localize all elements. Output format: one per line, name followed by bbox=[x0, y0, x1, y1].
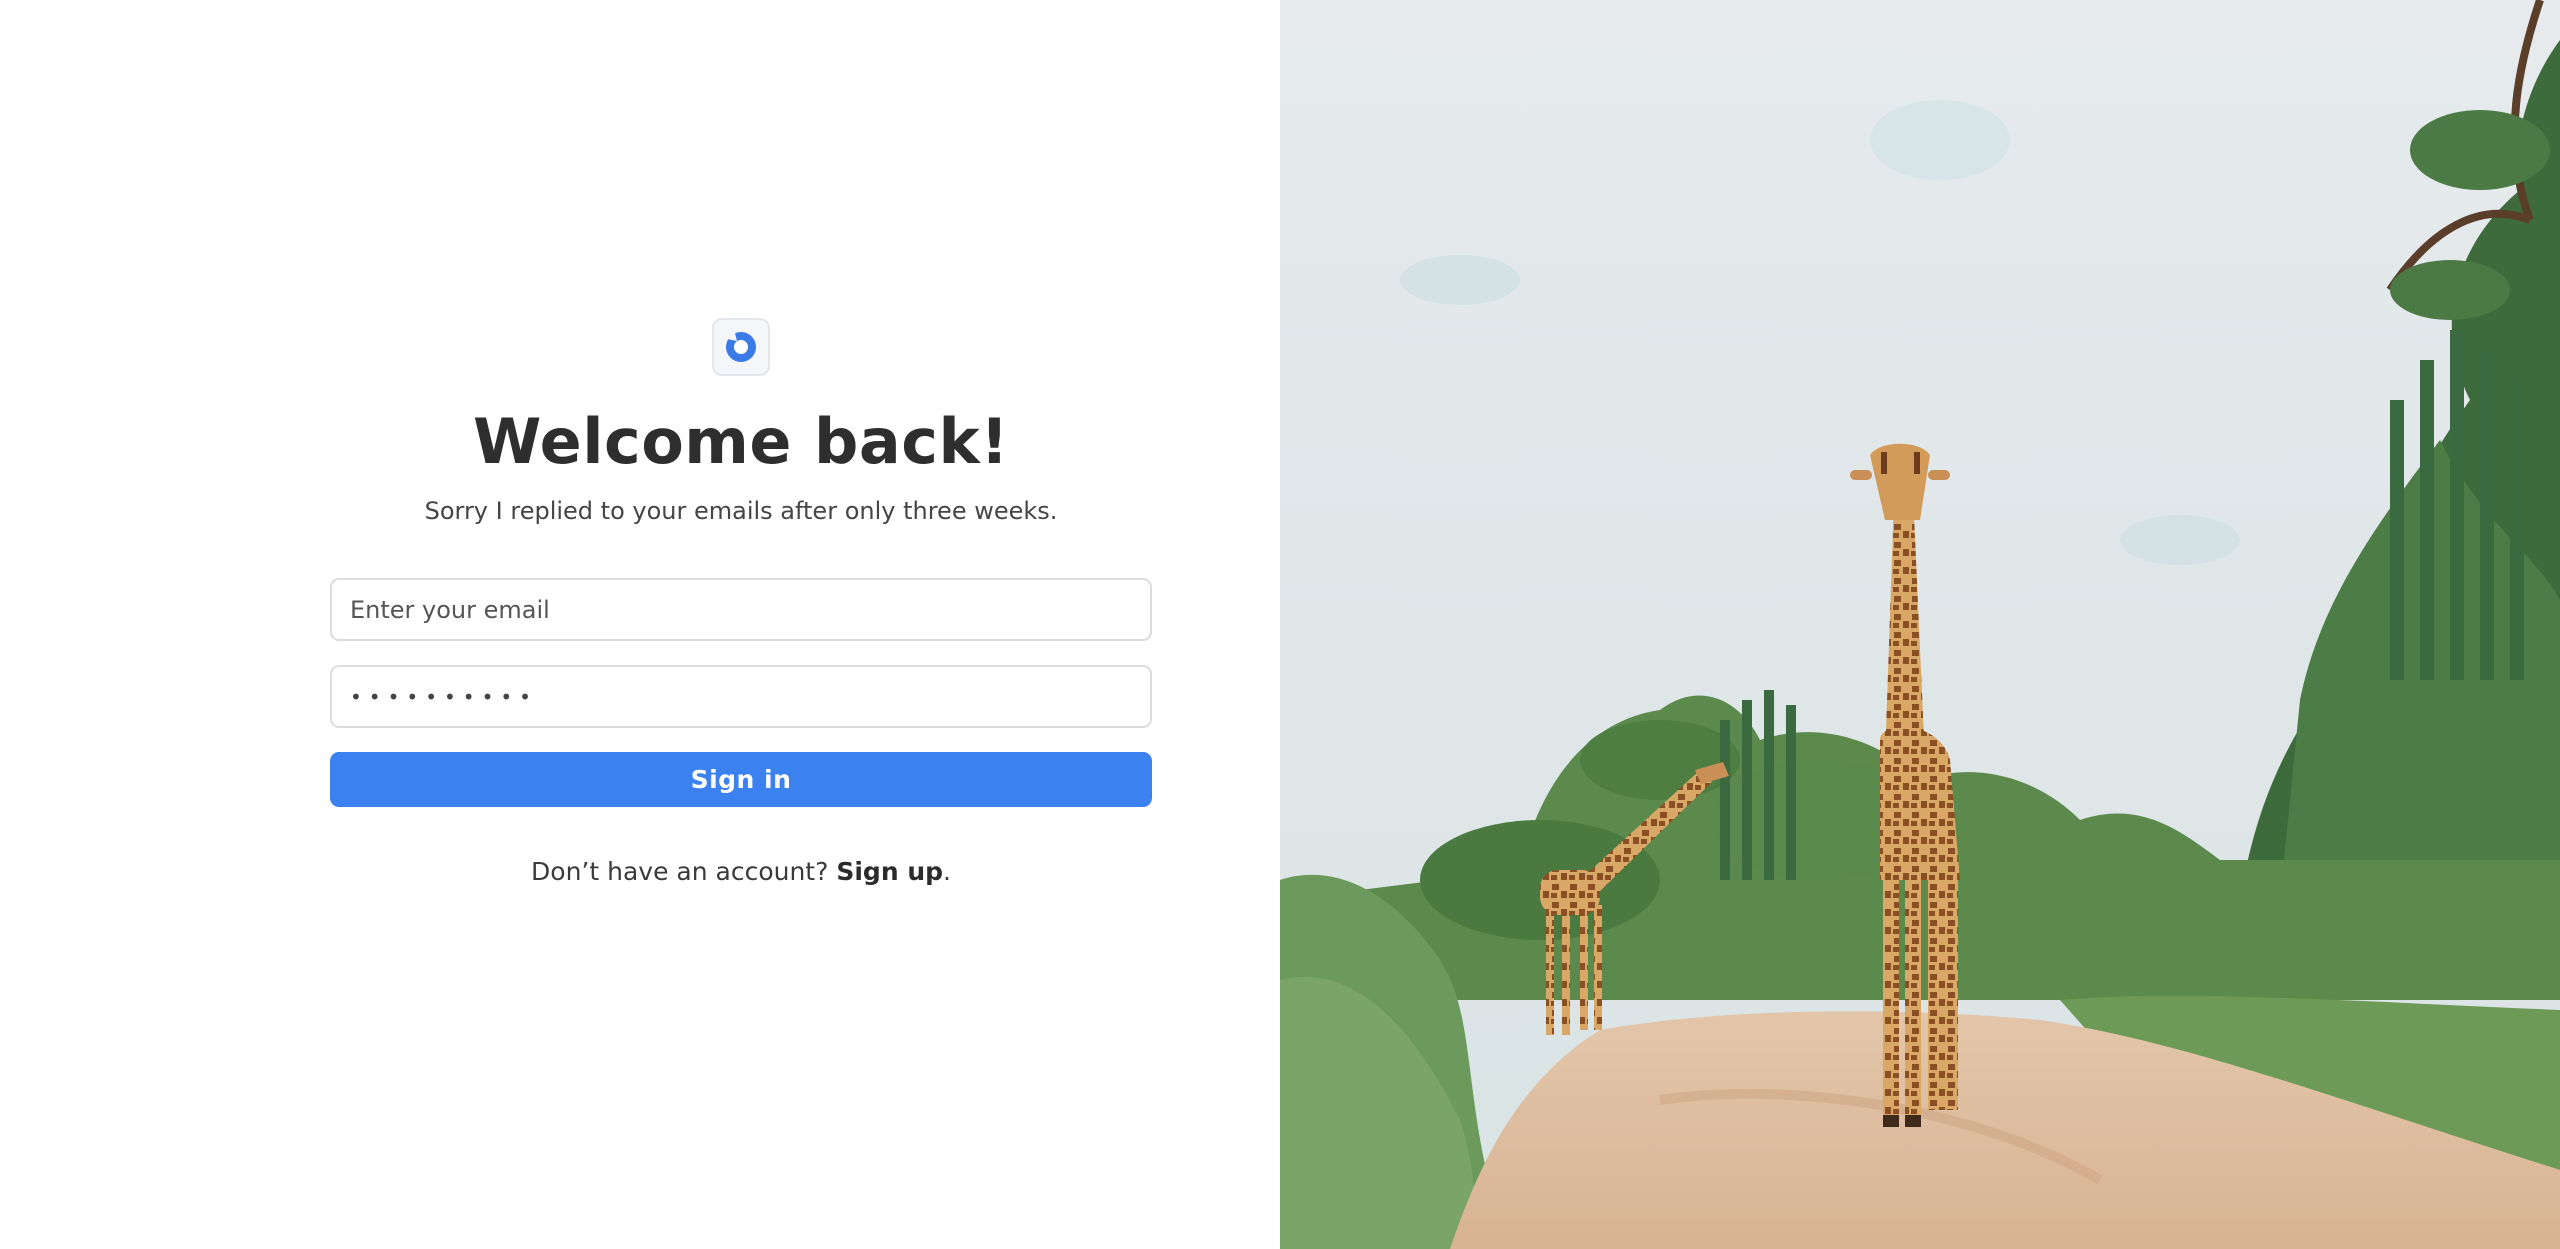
email-placeholder: Enter your email bbox=[350, 595, 550, 624]
donut-logo-icon bbox=[726, 332, 756, 362]
signup-prompt-text: Don’t have an account? bbox=[531, 857, 829, 886]
login-panel: Welcome back! Sorry I replied to your em… bbox=[0, 0, 1280, 1249]
sign-up-link[interactable]: Sign up bbox=[836, 857, 943, 886]
login-page: Welcome back! Sorry I replied to your em… bbox=[0, 0, 2560, 1249]
page-title: Welcome back! bbox=[472, 405, 1010, 478]
signup-suffix: . bbox=[943, 857, 951, 886]
sign-in-button[interactable]: Sign in bbox=[330, 752, 1152, 807]
hero-image-panel bbox=[1280, 0, 2560, 1249]
login-form: Welcome back! Sorry I replied to your em… bbox=[330, 318, 1152, 889]
app-logo bbox=[712, 318, 770, 376]
page-subtitle: Sorry I replied to your emails after onl… bbox=[424, 497, 1058, 525]
giraffes-on-dirt-road-photo bbox=[1280, 0, 2560, 1249]
email-field[interactable]: Enter your email bbox=[330, 578, 1152, 641]
password-field[interactable]: •••••••••• bbox=[330, 665, 1152, 728]
signup-prompt-row: Don’t have an account? Sign up. bbox=[531, 855, 951, 889]
password-masked-value: •••••••••• bbox=[350, 684, 538, 709]
